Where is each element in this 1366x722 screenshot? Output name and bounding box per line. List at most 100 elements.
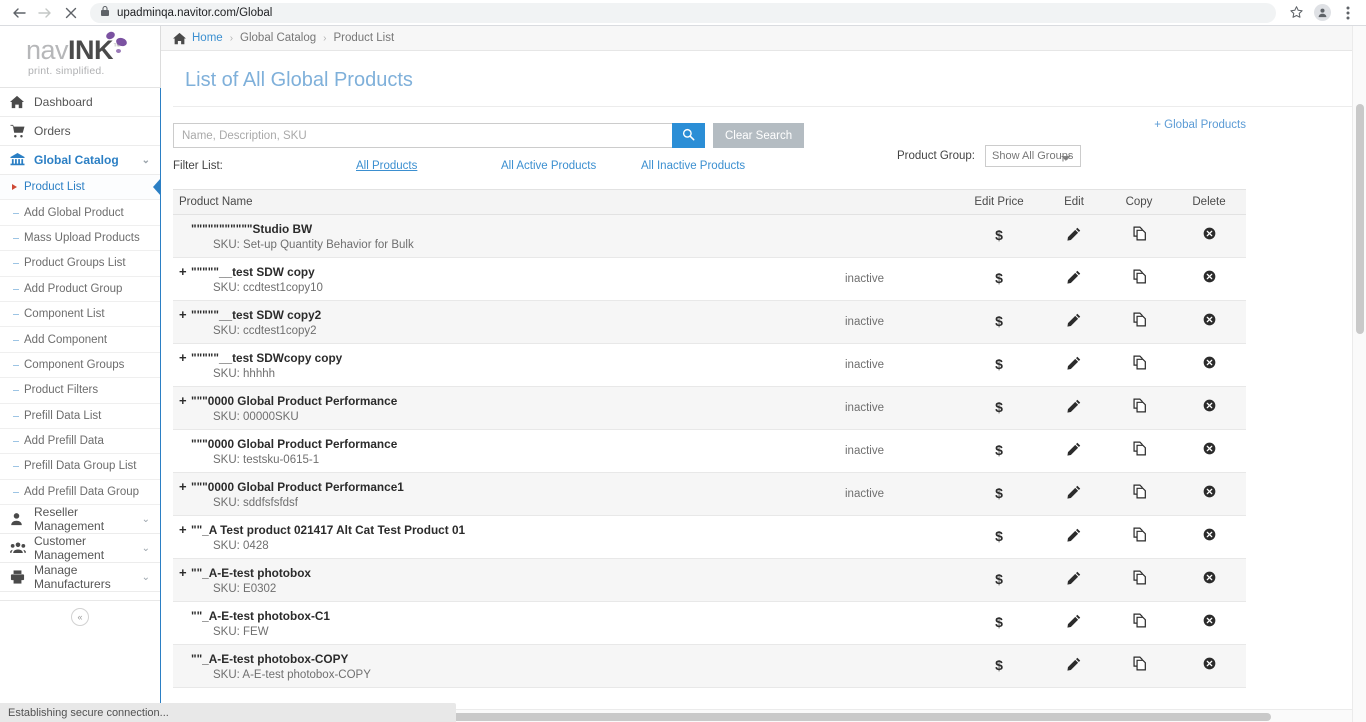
copy-icon[interactable] [1132, 269, 1147, 284]
edit-price-button[interactable]: $ [995, 313, 1003, 329]
back-button[interactable] [6, 0, 32, 26]
breadcrumb-home-link[interactable]: Home [192, 32, 223, 44]
edit-price-button[interactable]: $ [995, 614, 1003, 630]
pencil-icon[interactable] [1067, 313, 1081, 327]
search-input[interactable] [173, 123, 672, 148]
edit-price-button[interactable]: $ [995, 270, 1003, 286]
sidebar-item-manage-manufacturers[interactable]: Manage Manufacturers ⌄ [0, 563, 160, 593]
delete-circle-icon[interactable] [1203, 356, 1216, 369]
delete-circle-icon[interactable] [1203, 657, 1216, 670]
table-row[interactable]: +""_A-E-test photobox-COPYSKU: A-E-test … [173, 644, 1246, 688]
copy-icon[interactable] [1132, 570, 1147, 585]
edit-price-button[interactable]: $ [995, 442, 1003, 458]
pencil-icon[interactable] [1067, 528, 1081, 542]
expand-row-icon[interactable]: + [179, 393, 187, 408]
delete-circle-icon[interactable] [1203, 528, 1216, 541]
column-header-product-name[interactable]: Product Name [173, 189, 956, 215]
edit-price-button[interactable]: $ [995, 485, 1003, 501]
sidebar-item-add-prefill-data-group[interactable]: Add Prefill Data Group [0, 479, 160, 506]
address-bar[interactable]: upadminqa.navitor.com/Global [90, 2, 1276, 23]
pencil-icon[interactable] [1067, 270, 1081, 284]
expand-row-icon[interactable]: + [179, 565, 187, 580]
filter-all-active-products-link[interactable]: All Active Products [501, 160, 641, 172]
search-button[interactable] [672, 123, 705, 148]
table-row[interactable]: + """0000 Global Product Performance1 SKU:… [173, 472, 1246, 516]
pencil-icon[interactable] [1067, 356, 1081, 370]
copy-icon[interactable] [1132, 484, 1147, 499]
delete-circle-icon[interactable] [1203, 571, 1216, 584]
sidebar-item-orders[interactable]: Orders [0, 117, 160, 146]
sidebar-item-prefill-data-group-list[interactable]: Prefill Data Group List [0, 454, 160, 480]
expand-row-icon[interactable]: + [179, 479, 187, 494]
copy-icon[interactable] [1132, 398, 1147, 413]
sidebar-item-product-list[interactable]: Product List [0, 175, 161, 201]
copy-icon[interactable] [1132, 613, 1147, 628]
sidebar-item-reseller-management[interactable]: Reseller Management ⌄ [0, 505, 160, 535]
delete-circle-icon[interactable] [1203, 485, 1216, 498]
pencil-icon[interactable] [1067, 227, 1081, 241]
sidebar-item-component-list[interactable]: Component List [0, 301, 160, 328]
table-row[interactable]: + """""__test SDWcopy copy SKU: hhhhh inact… [173, 343, 1246, 387]
expand-row-icon[interactable]: + [179, 350, 187, 365]
delete-circle-icon[interactable] [1203, 270, 1216, 283]
table-row[interactable]: +"""0000 Global Product PerformanceSKU: … [173, 429, 1246, 473]
copy-icon[interactable] [1132, 656, 1147, 671]
pencil-icon[interactable] [1067, 571, 1081, 585]
breadcrumb-global-catalog[interactable]: Global Catalog [240, 32, 316, 44]
delete-circle-icon[interactable] [1203, 614, 1216, 627]
pencil-icon[interactable] [1067, 485, 1081, 499]
edit-price-button[interactable]: $ [995, 227, 1003, 243]
delete-circle-icon[interactable] [1203, 227, 1216, 240]
vertical-scrollbar[interactable] [1352, 26, 1366, 722]
expand-row-icon[interactable]: + [179, 522, 187, 537]
stop-loading-button[interactable] [58, 0, 84, 26]
sidebar-item-mass-upload-products[interactable]: Mass Upload Products [0, 225, 160, 252]
sidebar-item-product-filters[interactable]: Product Filters [0, 378, 160, 404]
copy-icon[interactable] [1132, 441, 1147, 456]
sidebar-item-prefill-data-list[interactable]: Prefill Data List [0, 403, 160, 429]
pencil-icon[interactable] [1067, 399, 1081, 413]
filter-all-inactive-products-link[interactable]: All Inactive Products [641, 160, 786, 172]
pencil-icon[interactable] [1067, 442, 1081, 456]
sidebar-item-dashboard[interactable]: Dashboard [0, 88, 160, 117]
edit-price-button[interactable]: $ [995, 571, 1003, 587]
delete-circle-icon[interactable] [1203, 399, 1216, 412]
forward-button[interactable] [32, 0, 58, 26]
clear-search-button[interactable]: Clear Search [713, 123, 805, 148]
delete-circle-icon[interactable] [1203, 442, 1216, 455]
sidebar-collapse-button[interactable]: « [71, 607, 89, 626]
browser-menu-icon[interactable] [1336, 1, 1360, 25]
sidebar-item-add-prefill-data[interactable]: Add Prefill Data [0, 428, 160, 455]
sidebar-item-add-global-product[interactable]: Add Global Product [0, 200, 160, 226]
delete-circle-icon[interactable] [1203, 313, 1216, 326]
sidebar-item-product-groups-list[interactable]: Product Groups List [0, 251, 160, 277]
copy-icon[interactable] [1132, 527, 1147, 542]
table-row[interactable]: + ""_A Test product 021417 Alt Cat Test P… [173, 515, 1246, 559]
edit-price-button[interactable]: $ [995, 399, 1003, 415]
filter-all-products-link[interactable]: All Products [356, 160, 501, 172]
copy-icon[interactable] [1132, 312, 1147, 327]
bookmark-star-icon[interactable] [1284, 1, 1308, 25]
vertical-scrollbar-thumb[interactable] [1356, 104, 1364, 334]
sidebar-item-customer-management[interactable]: Customer Management ⌄ [0, 534, 160, 564]
copy-icon[interactable] [1132, 226, 1147, 241]
sidebar-item-add-product-group[interactable]: Add Product Group [0, 276, 160, 302]
table-row[interactable]: + """""__test SDW copy2 SKU: ccdtest1copy2… [173, 300, 1246, 344]
expand-row-icon[interactable]: + [179, 264, 187, 279]
sidebar-item-add-component[interactable]: Add Component [0, 327, 160, 353]
edit-price-button[interactable]: $ [995, 356, 1003, 372]
sidebar-item-global-catalog[interactable]: Global Catalog ⌄ [0, 146, 160, 175]
table-row[interactable]: +""_A-E-test photobox-C1SKU: FEW$ [173, 601, 1246, 645]
table-row[interactable]: + """""__test SDW copy SKU: ccdtest1copy10… [173, 257, 1246, 301]
pencil-icon[interactable] [1067, 657, 1081, 671]
table-row[interactable]: +"""0000 Global Product PerformanceSKU: … [173, 386, 1246, 430]
sidebar-item-component-groups[interactable]: Component Groups [0, 352, 160, 379]
product-group-select[interactable]: Show All Groups [985, 145, 1081, 167]
edit-price-button[interactable]: $ [995, 657, 1003, 673]
table-row[interactable]: + ""_A-E-test photobox SKU: E0302 $ [173, 558, 1246, 602]
copy-icon[interactable] [1132, 355, 1147, 370]
profile-avatar-icon[interactable] [1310, 1, 1334, 25]
add-global-products-link[interactable]: + Global Products [1154, 119, 1246, 131]
table-row[interactable]: +"""""""""""Studio BWSKU: Set-up Quantit… [173, 214, 1246, 258]
expand-row-icon[interactable]: + [179, 307, 187, 322]
